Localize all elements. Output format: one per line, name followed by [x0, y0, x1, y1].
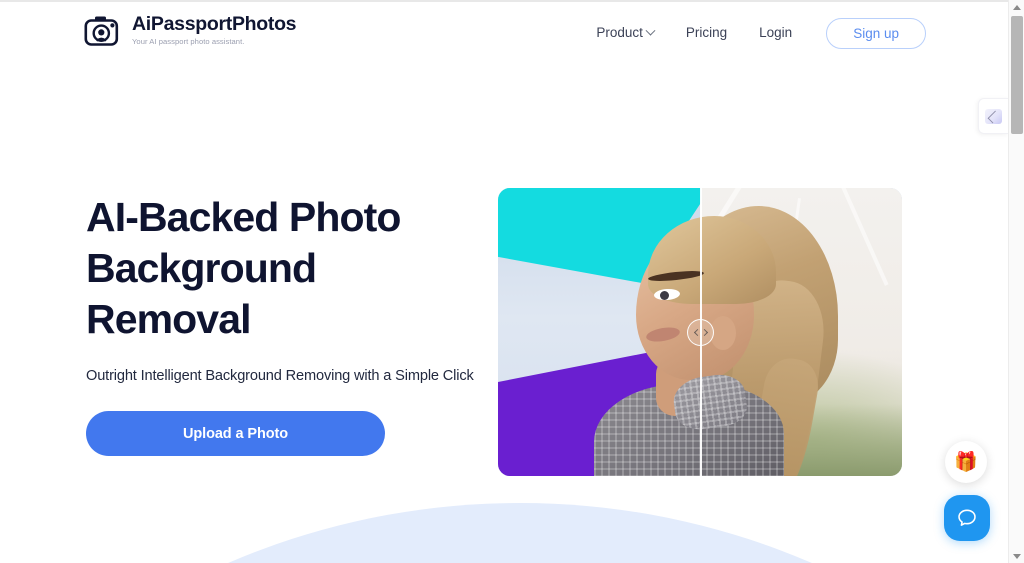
- scrollbar-thumb[interactable]: [1011, 16, 1023, 134]
- nav-item-product-label: Product: [596, 25, 643, 40]
- nav-item-pricing[interactable]: Pricing: [670, 16, 743, 50]
- before-after-comparison[interactable]: [498, 188, 902, 476]
- signup-button[interactable]: Sign up: [826, 17, 926, 49]
- upload-photo-button[interactable]: Upload a Photo: [86, 411, 385, 456]
- side-message-widget[interactable]: [978, 98, 1008, 134]
- gift-icon: 🎁: [954, 452, 978, 473]
- decorative-bottom-arc: [0, 503, 1008, 563]
- browser-page: AiPassportPhotos Your AI passport photo …: [0, 0, 1024, 563]
- model-pupil: [660, 291, 669, 300]
- scroll-up-arrow[interactable]: [1009, 0, 1024, 14]
- nav-item-login[interactable]: Login: [743, 16, 808, 50]
- brand-name: AiPassportPhotos: [132, 13, 297, 35]
- brand-tagline: Your AI passport photo assistant.: [132, 37, 245, 46]
- hero-subtitle: Outright Intelligent Background Removing…: [86, 368, 474, 384]
- brand-text: AiPassportPhotos Your AI passport photo …: [132, 13, 297, 47]
- brand-logo[interactable]: AiPassportPhotos Your AI passport photo …: [84, 13, 297, 47]
- nav-item-product[interactable]: Product: [580, 16, 670, 50]
- chat-button[interactable]: [944, 495, 990, 541]
- page-title: AI-Backed Photo Background Removal: [86, 194, 401, 342]
- chevron-down-icon: [645, 25, 656, 36]
- chevron-right-icon: [700, 328, 708, 336]
- chat-bubble-icon: [958, 509, 976, 526]
- gift-button[interactable]: 🎁: [945, 441, 987, 483]
- camera-icon: [84, 16, 119, 46]
- main-navigation: Product Pricing Login Sign up: [580, 16, 926, 50]
- vertical-scrollbar[interactable]: [1008, 0, 1024, 563]
- scroll-down-arrow[interactable]: [1009, 549, 1024, 563]
- comparison-slider-handle[interactable]: [687, 318, 715, 346]
- hero-content: AI-Backed Photo Background Removal Outri…: [86, 192, 486, 456]
- message-icon: [985, 108, 1002, 124]
- page-viewport: AiPassportPhotos Your AI passport photo …: [0, 2, 1008, 563]
- site-header: AiPassportPhotos Your AI passport photo …: [0, 2, 1008, 60]
